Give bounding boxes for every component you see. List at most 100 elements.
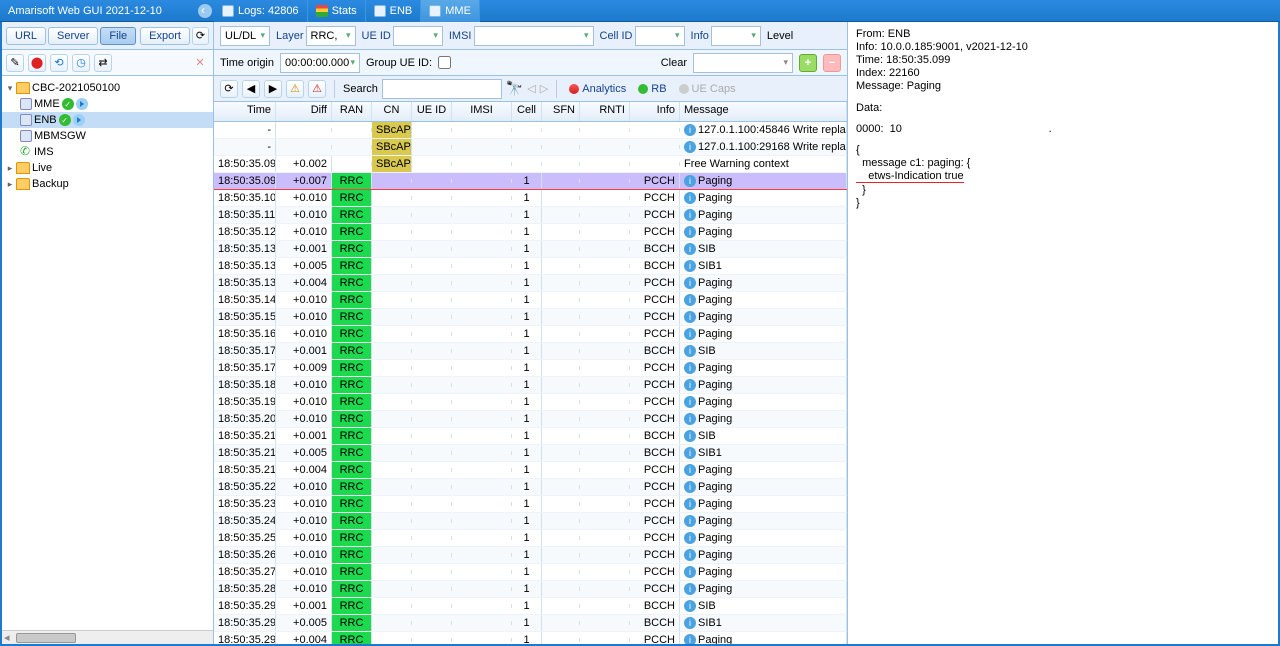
- tab-mme[interactable]: MME: [421, 0, 480, 22]
- timer-icon[interactable]: ◷: [72, 54, 90, 72]
- search-prev-icon[interactable]: ◁: [527, 82, 535, 95]
- add-filter-button[interactable]: +: [799, 54, 817, 72]
- table-row[interactable]: 18:50:35.159+0.010RRC1PCCHiPaging: [214, 309, 847, 326]
- col-ueid[interactable]: UE ID: [412, 102, 452, 121]
- time-origin-field[interactable]: 00:00:00.000: [280, 53, 360, 73]
- sync-icon[interactable]: ⇄: [94, 54, 112, 72]
- table-row[interactable]: 18:50:35.269+0.010RRC1PCCHiPaging: [214, 547, 847, 564]
- tree-ims[interactable]: IMS: [2, 144, 213, 160]
- folder-icon: [16, 162, 30, 174]
- info-icon: i: [684, 345, 696, 357]
- col-time[interactable]: Time: [214, 102, 276, 121]
- ueid-combo[interactable]: UE ID: [362, 26, 443, 46]
- clear-combo[interactable]: [693, 53, 793, 73]
- col-cell[interactable]: Cell: [512, 102, 542, 121]
- table-row[interactable]: 18:50:35.169+0.010RRC1PCCHiPaging: [214, 326, 847, 343]
- table-row[interactable]: 18:50:35.215+0.005RRC1BCCHiSIB1: [214, 445, 847, 462]
- table-row[interactable]: 18:50:35.279+0.010RRC1PCCHiPaging: [214, 564, 847, 581]
- tab-enb-label: ENB: [390, 5, 413, 17]
- error-icon[interactable]: ⚠: [308, 80, 326, 98]
- table-row[interactable]: 18:50:35.295+0.005RRC1BCCHiSIB1: [214, 615, 847, 632]
- tree-mbmsgw[interactable]: MBMSGW: [2, 128, 213, 144]
- table-row[interactable]: 18:50:35.092+0.002SBcAPFree Warning cont…: [214, 156, 847, 173]
- table-row[interactable]: 18:50:35.149+0.010RRC1PCCHiPaging: [214, 292, 847, 309]
- table-row[interactable]: 18:50:35.099+0.007RRC1PCCHiPaging: [214, 173, 847, 190]
- col-imsi[interactable]: IMSI: [452, 102, 512, 121]
- tree-live[interactable]: ▸Live: [2, 160, 213, 176]
- tree-root[interactable]: ▾CBC-2021050100: [2, 80, 213, 96]
- search-input[interactable]: [382, 79, 502, 99]
- table-row[interactable]: 18:50:35.119+0.010RRC1PCCHiPaging: [214, 207, 847, 224]
- col-rnti[interactable]: RNTI: [580, 102, 630, 121]
- server-button[interactable]: Server: [48, 27, 98, 45]
- table-row[interactable]: 18:50:35.299+0.004RRC1PCCHiPaging: [214, 632, 847, 644]
- table-row[interactable]: 18:50:35.139+0.004RRC1PCCHiPaging: [214, 275, 847, 292]
- table-row[interactable]: 18:50:35.170+0.001RRC1BCCHiSIB: [214, 343, 847, 360]
- table-row[interactable]: 18:50:35.109+0.010RRC1PCCHiPaging: [214, 190, 847, 207]
- info-combo[interactable]: Info: [691, 26, 761, 46]
- info-icon: i: [684, 141, 696, 153]
- export-button[interactable]: Export: [140, 27, 190, 45]
- uldl-combo[interactable]: UL/DL: [220, 26, 270, 46]
- info-icon: i: [684, 311, 696, 323]
- reload-icon[interactable]: ⟲: [50, 54, 68, 72]
- rb-button[interactable]: RB: [634, 83, 670, 95]
- col-diff[interactable]: Diff: [276, 102, 332, 121]
- table-row[interactable]: 18:50:35.289+0.010RRC1PCCHiPaging: [214, 581, 847, 598]
- tab-logs-label: Logs: 42806: [238, 5, 299, 17]
- binoculars-icon[interactable]: 🔭: [506, 80, 523, 97]
- wand-icon[interactable]: ✎: [6, 54, 24, 72]
- search-toolbar: ⟳ ◀ ▶ ⚠ ⚠ Search 🔭 ◁ ▷ Analytics RB UE C…: [214, 76, 847, 102]
- table-row[interactable]: 18:50:35.135+0.005RRC1BCCHiSIB1: [214, 258, 847, 275]
- table-row[interactable]: -SBcAP▶i127.0.1.100:29168 Write repla: [214, 139, 847, 156]
- tree-hscroll[interactable]: ◂: [2, 630, 213, 644]
- table-row[interactable]: 18:50:35.130+0.001RRC1BCCHiSIB: [214, 241, 847, 258]
- tab-enb[interactable]: ENB: [366, 0, 422, 22]
- table-row[interactable]: 18:50:35.209+0.010RRC1PCCHiPaging: [214, 411, 847, 428]
- col-msg[interactable]: Message: [680, 102, 847, 121]
- table-row[interactable]: 18:50:35.259+0.010RRC1PCCHiPaging: [214, 530, 847, 547]
- remove-filter-button[interactable]: −: [823, 54, 841, 72]
- refresh-icon[interactable]: ⟳: [192, 27, 209, 45]
- warn-icon[interactable]: ⚠: [286, 80, 304, 98]
- tree-enb[interactable]: ENB✓: [2, 112, 213, 128]
- col-info[interactable]: Info: [630, 102, 680, 121]
- stop-icon[interactable]: ⬤: [28, 54, 46, 72]
- collapse-sidebar-icon[interactable]: [198, 4, 212, 18]
- table-row[interactable]: 18:50:35.219+0.004RRC1PCCHiPaging: [214, 462, 847, 479]
- table-row[interactable]: 18:50:35.199+0.010RRC1PCCHiPaging: [214, 394, 847, 411]
- col-cn[interactable]: CN: [372, 102, 412, 121]
- table-row[interactable]: 18:50:35.239+0.010RRC1PCCHiPaging: [214, 496, 847, 513]
- url-button[interactable]: URL: [6, 27, 46, 45]
- tab-stats[interactable]: Stats: [308, 0, 366, 22]
- table-row[interactable]: 18:50:35.210+0.001RRC1BCCHiSIB: [214, 428, 847, 445]
- analytics-button[interactable]: Analytics: [565, 83, 630, 95]
- search-next-icon[interactable]: ▷: [540, 82, 548, 95]
- close-icon[interactable]: ✕: [191, 54, 209, 72]
- table-row[interactable]: 18:50:35.129+0.010RRC1PCCHiPaging: [214, 224, 847, 241]
- detail-message-label: Message:: [856, 80, 904, 92]
- table-row[interactable]: -SBcAP▶i127.0.1.100:45846 Write repla: [214, 122, 847, 139]
- table-row[interactable]: 18:50:35.179+0.009RRC1PCCHiPaging: [214, 360, 847, 377]
- group-ueid-checkbox[interactable]: [438, 56, 451, 69]
- tree-backup[interactable]: ▸Backup: [2, 176, 213, 192]
- tab-logs[interactable]: Logs: 42806: [214, 0, 308, 22]
- refresh-logs-icon[interactable]: ⟳: [220, 80, 238, 98]
- layer-combo[interactable]: LayerRRC,: [276, 26, 356, 46]
- nav-back-icon[interactable]: ◀: [242, 80, 260, 98]
- nav-fwd-icon[interactable]: ▶: [264, 80, 282, 98]
- log-panel: UL/DL LayerRRC, UE ID IMSI Cell ID Info …: [214, 22, 848, 644]
- table-row[interactable]: 18:50:35.189+0.010RRC1PCCHiPaging: [214, 377, 847, 394]
- col-sfn[interactable]: SFN: [542, 102, 580, 121]
- rb-icon: [638, 84, 648, 94]
- table-row[interactable]: 18:50:35.229+0.010RRC1PCCHiPaging: [214, 479, 847, 496]
- table-row[interactable]: 18:50:35.290+0.001RRC1BCCHiSIB: [214, 598, 847, 615]
- col-ran[interactable]: RAN: [332, 102, 372, 121]
- file-button[interactable]: File: [100, 27, 136, 45]
- table-row[interactable]: 18:50:35.249+0.010RRC1PCCHiPaging: [214, 513, 847, 530]
- cellid-combo[interactable]: Cell ID: [600, 26, 685, 46]
- imsi-combo[interactable]: IMSI: [449, 26, 594, 46]
- log-table-body[interactable]: -SBcAP▶i127.0.1.100:45846 Write repla-SB…: [214, 122, 847, 644]
- mme-icon: [429, 5, 441, 17]
- tree-mme[interactable]: MME✓: [2, 96, 213, 112]
